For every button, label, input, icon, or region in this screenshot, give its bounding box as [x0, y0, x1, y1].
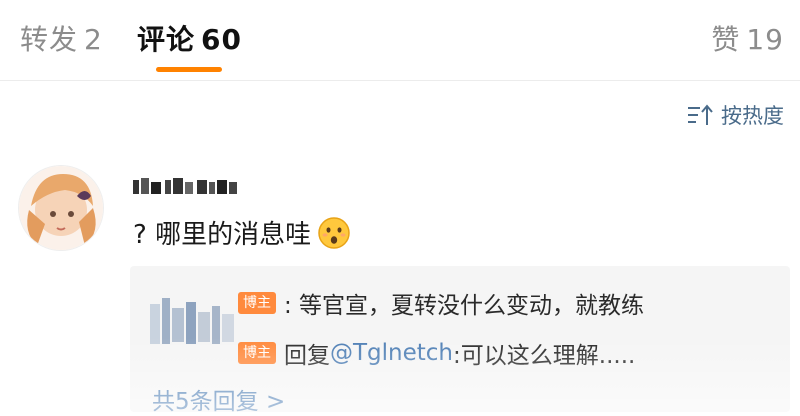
reply-text: :可以这么理解.....: [453, 343, 636, 369]
tab-like-count: 19: [746, 23, 784, 56]
reply-text: : 等官宣，夏转没什么变动，就教练: [284, 293, 645, 319]
sort-label: 按热度: [721, 104, 784, 128]
tab-like-label: 赞: [711, 23, 741, 56]
tab-repost[interactable]: 转发 2: [20, 18, 103, 58]
sort-icon: [688, 104, 713, 125]
author-badge: 博主: [238, 292, 276, 314]
reply-prefix: 回复: [284, 343, 330, 369]
comment-text: ? 哪里的消息哇: [133, 214, 351, 251]
username-obscured[interactable]: [133, 176, 241, 198]
tab-repost-label: 转发: [20, 23, 79, 56]
tab-comment-label: 评论: [137, 23, 196, 56]
surprised-face-emoji-icon: [317, 216, 351, 250]
mention-link[interactable]: @Tglnetch: [330, 340, 453, 366]
replies-container: 博主 : 等官宣，夏转没什么变动，就教练 博主 回复 @Tglnetch :可以…: [130, 266, 790, 415]
avatar[interactable]: [18, 165, 104, 251]
sort-by-hot-button[interactable]: 按热度: [687, 100, 784, 130]
tab-comment-count: 60: [201, 23, 242, 56]
active-tab-indicator: [156, 67, 222, 72]
reply-line-2[interactable]: 博主 回复 @Tglnetch :可以这么理解.....: [238, 336, 635, 370]
author-badge: 博主: [238, 342, 276, 364]
comment-body: ? 哪里的消息哇: [133, 220, 312, 250]
tab-repost-count: 2: [84, 23, 103, 56]
tab-bar: 转发 2 评论 60 赞 19: [0, 0, 800, 81]
tab-comment[interactable]: 评论 60: [137, 18, 242, 58]
view-all-replies-link[interactable]: 共5条回复 >: [152, 382, 285, 416]
reply-line-1[interactable]: 博主 : 等官宣，夏转没什么变动，就教练: [238, 286, 644, 320]
reply-author-obscured: [146, 278, 240, 358]
tab-like[interactable]: 赞 19: [711, 18, 784, 58]
